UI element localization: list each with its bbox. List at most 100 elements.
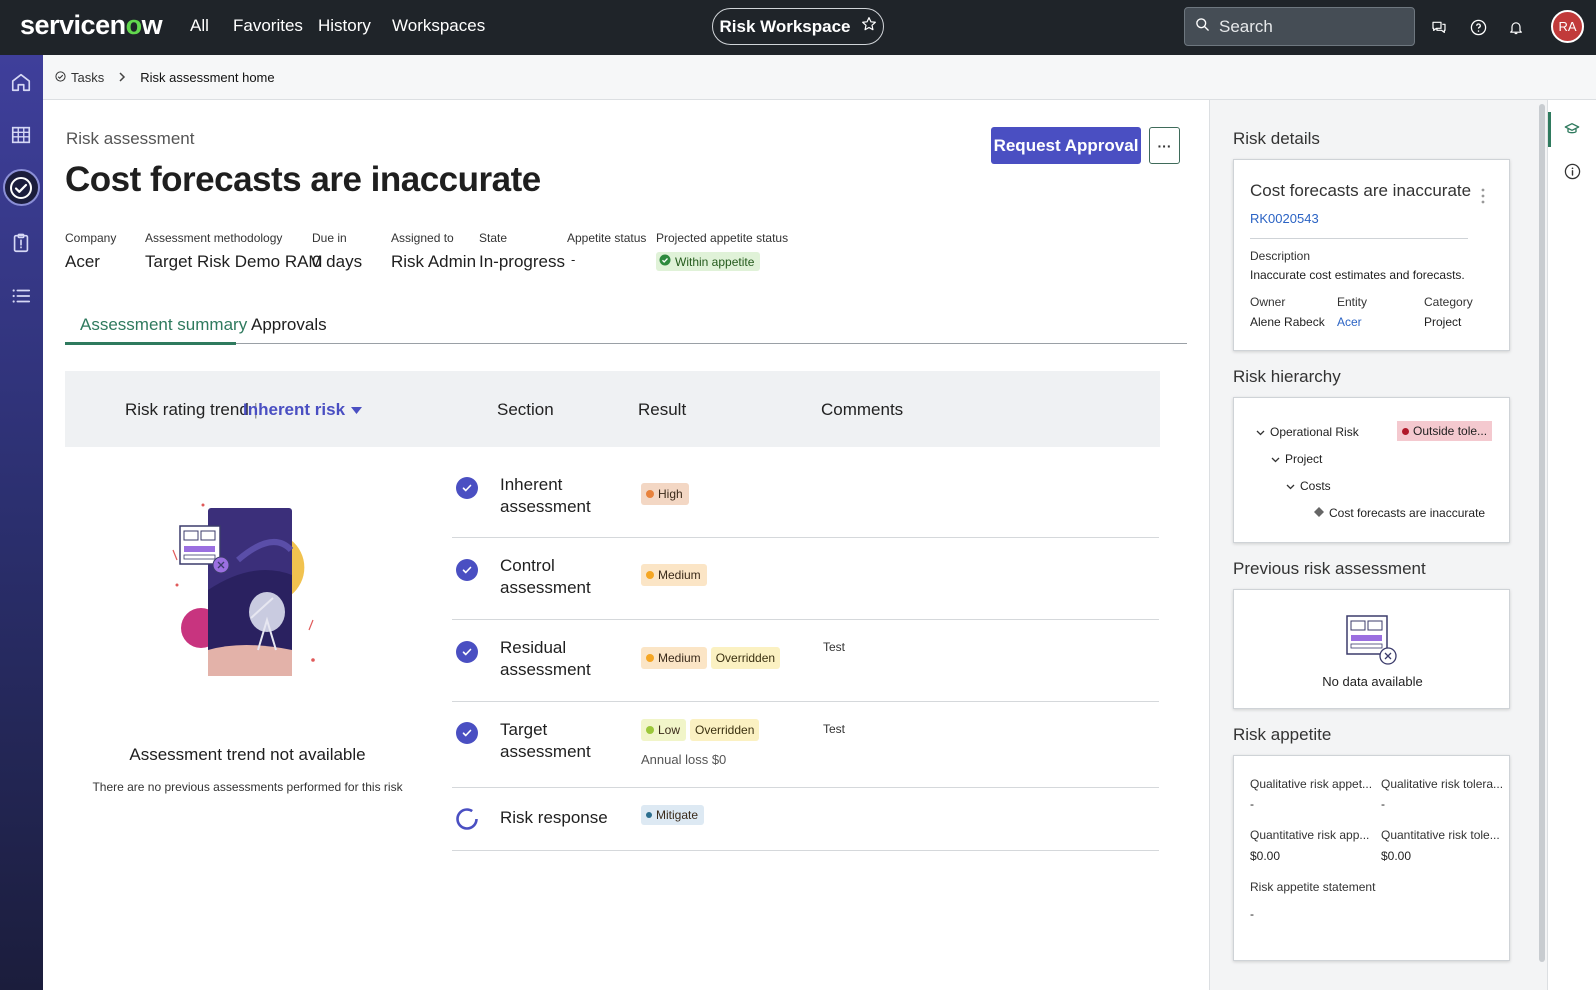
more-actions-button[interactable]: ··· <box>1149 127 1180 164</box>
result-badge: Low <box>641 719 687 741</box>
comment-text: Test <box>823 722 846 736</box>
hierarchy-node-operational-risk[interactable]: Operational Risk <box>1256 425 1359 439</box>
column-header-result: Result <box>638 400 687 419</box>
risk-number-link[interactable]: RK0020543 <box>1250 211 1319 226</box>
meta-assigned-to: Assigned to Risk Admin <box>391 231 476 272</box>
previous-risk-assessment-heading: Previous risk assessment <box>1233 559 1426 578</box>
hierarchy-node-costs[interactable]: Costs <box>1286 479 1331 493</box>
request-approval-button[interactable]: Request Approval <box>991 127 1141 164</box>
quantitative-appetite-value: $0.00 <box>1250 849 1281 863</box>
previous-assessment-card: No data available <box>1233 589 1510 709</box>
section-name: Residual assessment <box>500 638 591 679</box>
risk-rating-trend-label: Risk rating trend | <box>125 400 258 419</box>
risk-details-heading: Risk details <box>1233 129 1320 148</box>
workspace-title-pill[interactable]: Risk Workspace <box>712 8 884 45</box>
meta-appetite-status: Appetite status - <box>567 231 646 267</box>
meta-label: Assigned to <box>391 231 454 245</box>
meta-methodology: Assessment methodology Target Risk Demo … <box>145 231 323 272</box>
completed-check-icon <box>456 559 478 581</box>
meta-company: Company Acer <box>65 231 116 272</box>
breadcrumb: Tasks Risk assessment home <box>43 55 1596 100</box>
outside-tolerance-badge: Outside tole... <box>1397 421 1493 441</box>
hierarchy-node-current-risk[interactable]: Cost forecasts are inaccurate <box>1314 506 1485 520</box>
global-search[interactable] <box>1184 7 1415 46</box>
nav-all[interactable]: All <box>190 16 209 36</box>
assessment-row-target[interactable]: Target assessment Low Overridden Annual … <box>452 702 1159 788</box>
qualitative-appetite-value: - <box>1250 797 1254 811</box>
column-header-section: Section <box>497 400 554 419</box>
chevron-right-icon <box>118 70 126 85</box>
vertical-dots-menu-icon[interactable] <box>1481 188 1485 209</box>
hierarchy-node-project[interactable]: Project <box>1271 452 1322 466</box>
risk-title: Cost forecasts are inaccurate <box>1250 181 1472 200</box>
user-avatar[interactable]: RA <box>1551 10 1584 43</box>
assessment-row-control[interactable]: Control assessment Medium <box>452 538 1159 620</box>
meta-value: 0 days <box>312 252 363 271</box>
category-value: Project <box>1424 315 1462 329</box>
description-label: Description <box>1250 249 1311 263</box>
quantitative-tolerance-label: Quantitative risk tole... <box>1381 828 1500 842</box>
check-circle-icon[interactable] <box>8 175 34 201</box>
meta-label: Assessment methodology <box>145 231 283 245</box>
result-cell: Medium Overridden <box>641 647 781 669</box>
assessment-row-risk-response[interactable]: Risk response Mitigate <box>452 788 1159 851</box>
risk-details-card: Cost forecasts are inaccurate RK0020543 … <box>1233 159 1510 351</box>
overridden-badge: Overridden <box>710 647 781 669</box>
star-icon[interactable] <box>861 16 877 37</box>
section-name: Control assessment <box>500 556 591 597</box>
risk-appetite-heading: Risk appetite <box>1233 725 1332 744</box>
home-icon[interactable] <box>8 69 34 95</box>
chat-icon[interactable] <box>1428 16 1450 38</box>
right-context-rail <box>1547 100 1596 990</box>
notifications-bell-icon[interactable] <box>1505 16 1527 38</box>
quantitative-tolerance-value: $0.00 <box>1381 849 1412 863</box>
servicenow-logo[interactable]: servicenow <box>20 10 163 41</box>
search-icon <box>1195 17 1210 37</box>
result-cell: Mitigate <box>641 805 705 825</box>
meta-projected-appetite-status: Projected appetite status Within appetit… <box>656 231 788 271</box>
tab-approvals[interactable]: Approvals <box>251 315 327 335</box>
right-details-panel: Risk details Cost forecasts are inaccura… <box>1209 100 1515 990</box>
column-header-comments: Comments <box>821 400 904 419</box>
grid-list-icon[interactable] <box>8 122 34 148</box>
section-name: Inherent assessment <box>500 475 591 516</box>
graduation-cap-icon[interactable] <box>1561 118 1583 140</box>
caret-down-icon <box>351 400 363 420</box>
list-icon[interactable] <box>8 283 34 309</box>
qualitative-tolerance-label: Qualitative risk tolera... <box>1381 777 1504 791</box>
section-name: Risk response <box>500 808 608 827</box>
meta-value: Risk Admin <box>391 252 477 271</box>
tab-assessment-summary[interactable]: Assessment summary <box>80 315 247 335</box>
breadcrumb-tasks[interactable]: Tasks <box>55 70 104 85</box>
quantitative-appetite-label: Quantitative risk app... <box>1250 828 1370 842</box>
entity-link[interactable]: Acer <box>1337 315 1362 329</box>
risk-hierarchy-heading: Risk hierarchy <box>1233 367 1341 386</box>
breadcrumb-tasks-label: Tasks <box>71 69 105 85</box>
qualitative-appetite-label: Qualitative risk appet... <box>1250 777 1373 791</box>
completed-check-icon <box>456 477 478 499</box>
hierarchy-node-label: Costs <box>1300 479 1331 493</box>
assessment-row-inherent[interactable]: Inherent assessment High <box>452 458 1159 538</box>
comment-text: Test <box>823 640 846 654</box>
owner-value: Alene Rabeck <box>1250 315 1325 329</box>
meta-label: Due in <box>312 231 347 245</box>
nav-favorites[interactable]: Favorites <box>233 16 303 36</box>
nav-history[interactable]: History <box>318 16 371 36</box>
assessment-row-residual[interactable]: Residual assessment Medium Overridden Te… <box>452 620 1159 702</box>
info-icon[interactable] <box>1561 160 1583 182</box>
appetite-statement-label: Risk appetite statement <box>1250 880 1376 894</box>
result-badge: Mitigate <box>641 805 705 825</box>
trend-empty-title: Assessment trend not available <box>129 745 366 764</box>
chevron-down-icon <box>1256 425 1265 439</box>
right-panel-scrollbar-thumb[interactable] <box>1539 104 1545 962</box>
meta-due-in: Due in 0 days <box>312 231 362 272</box>
clipboard-icon[interactable] <box>8 230 34 256</box>
breadcrumb-current: Risk assessment home <box>140 69 275 85</box>
owner-label: Owner <box>1250 295 1286 309</box>
search-input[interactable] <box>1219 16 1399 37</box>
help-icon[interactable] <box>1467 16 1489 38</box>
trend-empty-subtitle: There are no previous assessments perfor… <box>92 780 403 794</box>
risk-appetite-card: Qualitative risk appet... - Qualitative … <box>1233 755 1510 961</box>
inherent-risk-dropdown[interactable]: Inherent risk <box>243 400 363 420</box>
nav-workspaces[interactable]: Workspaces <box>392 16 485 36</box>
